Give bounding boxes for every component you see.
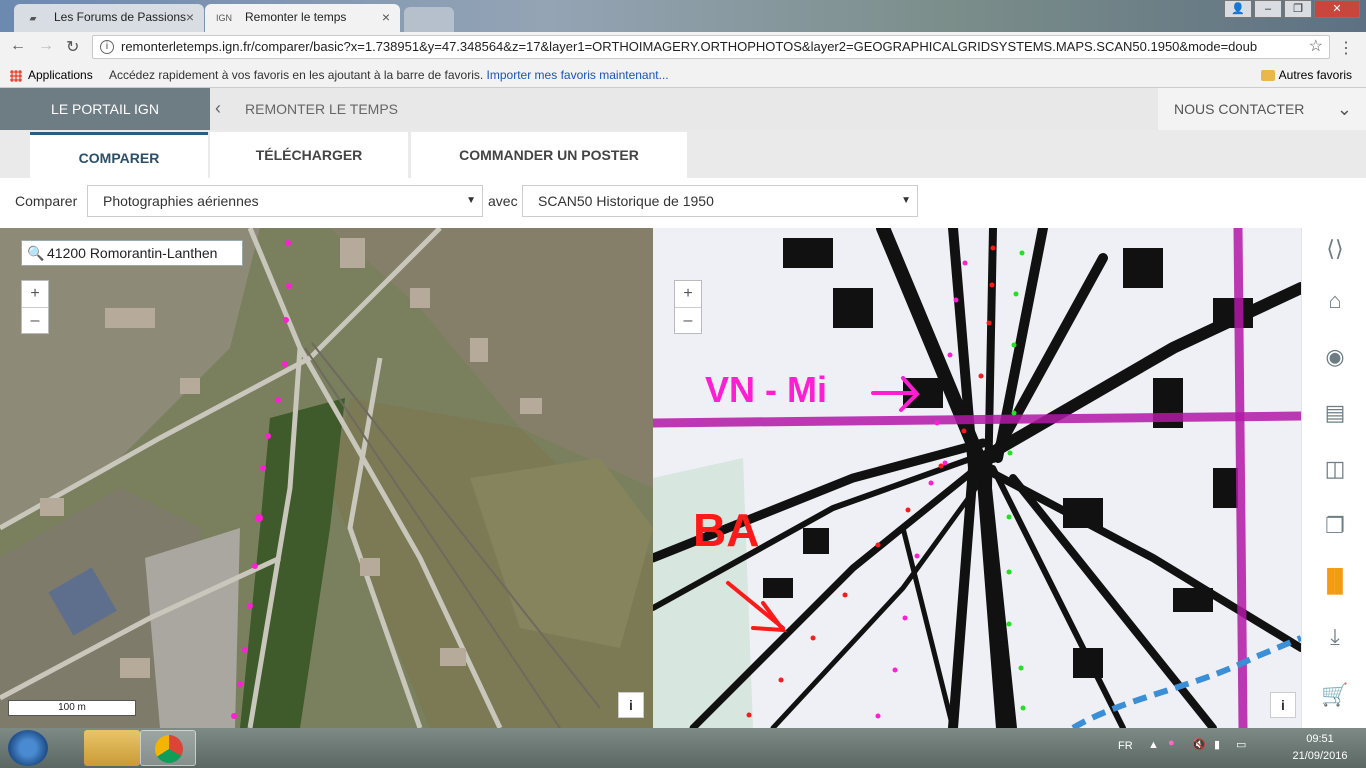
- forward-arrow-icon[interactable]: →: [38, 37, 54, 55]
- close-window-icon[interactable]: ✕: [1314, 0, 1360, 18]
- layer1-value: Photographies aériennes: [103, 193, 259, 209]
- other-bookmarks[interactable]: Autres favoris: [1260, 68, 1352, 82]
- windows-icon[interactable]: ❐: [1319, 511, 1351, 541]
- compare-mode-icon[interactable]: ▐▌: [1319, 566, 1351, 596]
- contact-label: NOUS CONTACTER: [1174, 101, 1305, 117]
- address-bar[interactable]: i remonterletemps.ign.fr/comparer/basic?…: [92, 35, 1330, 59]
- dropdown-arrow-icon: ▼: [901, 195, 911, 206]
- file-explorer-icon[interactable]: [84, 730, 140, 766]
- folder-icon: [1260, 70, 1275, 82]
- search-value: 41200 Romorantin-Lanthen: [47, 245, 218, 261]
- left-zoom-control: + –: [21, 280, 49, 334]
- browser-tab-strip: ▰ Les Forums de Passions × IGN Remonter …: [0, 0, 1366, 32]
- network-icon[interactable]: ▮: [1214, 738, 1220, 751]
- import-bookmarks-link[interactable]: Importer mes favoris maintenant...: [487, 68, 669, 82]
- map-tools-sidebar: ⟨⟩ ⌂ ◉ ▤ ◫ ❐ ▐▌ ⤓ 🛒: [1301, 228, 1366, 728]
- historic-scan-map[interactable]: VN - Mi BA + – i: [653, 228, 1301, 728]
- tab-comparer[interactable]: COMPARER: [30, 132, 208, 178]
- camera-icon[interactable]: ◉: [1319, 342, 1351, 372]
- right-zoom-control: + –: [674, 280, 702, 334]
- window-controls: 👤 – ❐ ✕: [1224, 0, 1360, 18]
- section-title[interactable]: REMONTER LE TEMPS: [245, 101, 398, 117]
- apps-label: Applications: [28, 68, 93, 82]
- home-icon[interactable]: ⌂: [1319, 286, 1351, 316]
- layer2-value: SCAN50 Historique de 1950: [538, 193, 714, 209]
- bookmarks-hint: Accédez rapidement à vos favoris en les …: [109, 68, 669, 82]
- other-bookmarks-label: Autres favoris: [1278, 68, 1352, 82]
- split-vertical-icon[interactable]: ◫: [1319, 454, 1351, 484]
- browser-tab-remonter[interactable]: IGN Remonter le temps ×: [205, 4, 400, 32]
- tab-title: Les Forums de Passions: [54, 10, 187, 24]
- battery-icon[interactable]: ▭: [1236, 738, 1246, 751]
- scale-bar: 100 m: [8, 700, 136, 716]
- back-arrow-icon[interactable]: ←: [10, 37, 26, 55]
- zoom-in-button[interactable]: +: [22, 281, 48, 307]
- search-icon: 🔍: [27, 245, 45, 261]
- windows-taskbar: FR ▲ ● 🔇 ▮ ▭ 09:51 21/09/2016: [0, 728, 1366, 768]
- browser-tab-forums[interactable]: ▰ Les Forums de Passions ×: [14, 4, 204, 32]
- close-tab-icon[interactable]: ×: [382, 9, 390, 25]
- zoom-in-button[interactable]: +: [675, 281, 701, 307]
- info-icon[interactable]: i: [100, 40, 114, 54]
- tab-title: Remonter le temps: [245, 10, 347, 24]
- restore-icon[interactable]: ❐: [1284, 0, 1312, 18]
- layer2-select[interactable]: SCAN50 Historique de 1950 ▼: [522, 185, 918, 217]
- contact-button[interactable]: NOUS CONTACTER ⌄: [1158, 88, 1366, 130]
- chrome-taskbar-button[interactable]: [140, 730, 196, 766]
- historic-map-imagery: VN - Mi BA: [653, 228, 1301, 728]
- ign-favicon-icon: IGN: [215, 13, 232, 23]
- share-icon[interactable]: ⟨⟩: [1319, 234, 1351, 264]
- aerial-imagery: [0, 228, 653, 728]
- zoom-out-button[interactable]: –: [675, 307, 701, 333]
- layers-icon[interactable]: ▤: [1319, 398, 1351, 428]
- tab-commander-poster[interactable]: COMMANDER UN POSTER: [411, 132, 687, 178]
- hint-text: Accédez rapidement à vos favoris en les …: [109, 68, 484, 82]
- annotation-ba: BA: [693, 504, 759, 556]
- minimize-icon[interactable]: –: [1254, 0, 1282, 18]
- ign-tabs: COMPARER TÉLÉCHARGER COMMANDER UN POSTER: [0, 130, 1366, 178]
- left-info-button[interactable]: i: [618, 692, 644, 718]
- annotation-vn-mi: VN - Mi: [705, 369, 827, 410]
- cart-icon[interactable]: 🛒: [1319, 680, 1351, 710]
- chrome-icon: [155, 735, 183, 763]
- apps-grid-icon: [10, 69, 22, 82]
- bookmarks-bar: Applications Accédez rapidement à vos fa…: [0, 62, 1366, 88]
- reload-icon[interactable]: ↻: [66, 37, 79, 57]
- ign-header: LE PORTAIL IGN ‹ REMONTER LE TEMPS NOUS …: [0, 88, 1366, 130]
- language-indicator[interactable]: FR: [1118, 740, 1133, 752]
- forum-favicon-icon: ▰: [29, 13, 37, 23]
- aerial-photo-map[interactable]: 🔍 41200 Romorantin-Lanthen + – 100 m i: [0, 228, 653, 728]
- tab-telecharger[interactable]: TÉLÉCHARGER: [210, 132, 408, 178]
- new-tab-button[interactable]: [404, 7, 454, 32]
- chevron-left-icon[interactable]: ‹: [215, 98, 221, 119]
- right-info-button[interactable]: i: [1270, 692, 1296, 718]
- menu-icon[interactable]: ⋮: [1338, 38, 1354, 58]
- close-tab-icon[interactable]: ×: [186, 9, 194, 25]
- volume-muted-icon[interactable]: 🔇: [1192, 738, 1206, 751]
- browser-toolbar: ← → ↻ i remonterletemps.ign.fr/comparer/…: [0, 32, 1366, 62]
- with-label: avec: [488, 193, 518, 209]
- location-search-input[interactable]: 🔍 41200 Romorantin-Lanthen: [21, 240, 243, 266]
- compare-label: Comparer: [15, 193, 78, 209]
- zoom-out-button[interactable]: –: [22, 307, 48, 333]
- clock-date[interactable]: 21/09/2016: [1282, 750, 1358, 762]
- profile-icon[interactable]: 👤: [1224, 0, 1252, 18]
- star-icon[interactable]: ☆: [1309, 36, 1323, 58]
- chevron-down-icon: ⌄: [1336, 99, 1352, 119]
- layer1-select[interactable]: Photographies aériennes ▼: [87, 185, 483, 217]
- show-hidden-icons-icon[interactable]: ▲: [1148, 739, 1159, 751]
- portal-ign-link[interactable]: LE PORTAIL IGN: [0, 88, 210, 130]
- url-text: remonterletemps.ign.fr/comparer/basic?x=…: [121, 39, 1258, 54]
- system-tray: FR ▲ ● 🔇 ▮ ▭ 09:51 21/09/2016: [1106, 728, 1366, 768]
- compare-bar: Comparer Photographies aériennes ▼ avec …: [0, 178, 1366, 228]
- app-tray-icon[interactable]: ●: [1168, 737, 1175, 749]
- clock-time[interactable]: 09:51: [1292, 733, 1348, 745]
- dropdown-arrow-icon: ▼: [466, 195, 476, 206]
- download-icon[interactable]: ⤓: [1319, 622, 1351, 652]
- apps-bookmark[interactable]: Applications: [10, 68, 93, 82]
- windows-start-icon[interactable]: [8, 730, 48, 766]
